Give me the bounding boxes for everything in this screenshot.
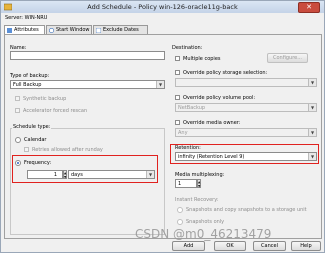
snapshots-only-label: Snapshots only: [186, 219, 225, 225]
chevron-down-icon: ▼: [308, 104, 316, 111]
attributes-panel: Name: Type of backup: Full Backup ▼ Synt…: [4, 34, 322, 239]
override-media-owner-label: Override media owner:: [183, 120, 241, 126]
help-button[interactable]: Help: [291, 241, 321, 251]
cancel-button[interactable]: Cancel: [253, 241, 286, 251]
override-volume-checkbox[interactable]: [175, 95, 180, 100]
tab-exclude-dates[interactable]: Exclude Dates: [93, 25, 148, 34]
calendar-icon: [96, 28, 101, 33]
override-storage-checkbox[interactable]: [175, 70, 180, 75]
volume-pool-select[interactable]: NetBackup ▼: [175, 103, 317, 112]
multiplexing-spinner[interactable]: ▲ ▼: [197, 179, 201, 188]
override-volume-label: Override policy volume pool:: [183, 95, 256, 101]
multiple-copies-checkbox[interactable]: [175, 56, 180, 61]
app-icon: [4, 3, 12, 11]
retries-after-runday-label: Retries allowed after runday: [32, 147, 103, 153]
chevron-down-icon: ▼: [308, 79, 316, 86]
media-multiplexing-input[interactable]: 1: [175, 179, 197, 188]
accelerator-rescan-checkbox[interactable]: [15, 108, 20, 113]
tab-start-window[interactable]: Start Window: [46, 25, 92, 34]
snapshots-only-radio[interactable]: [177, 219, 183, 225]
watermark: CSDN @m0_46213479: [135, 227, 272, 241]
retention-highlight: [170, 144, 319, 164]
server-label: Server: WIN-NRU: [5, 15, 48, 21]
storage-select[interactable]: ▼: [175, 78, 317, 87]
calendar-radio[interactable]: [15, 137, 21, 143]
snapshot-and-copy-label: Snapshots and copy snapshots to a storag…: [186, 207, 307, 213]
calendar-label: Calendar: [24, 137, 47, 143]
clock-icon: [49, 28, 54, 33]
destination-label: Destination:: [172, 45, 203, 51]
retries-after-runday-checkbox[interactable]: [24, 147, 29, 152]
override-media-owner-checkbox[interactable]: [175, 120, 180, 125]
media-multiplexing-label: Media multiplexing:: [175, 172, 225, 178]
accelerator-rescan-label: Accelerator forced rescan: [23, 108, 88, 114]
snapshot-and-copy-radio[interactable]: [177, 207, 183, 213]
instant-recovery-label: Instant Recovery:: [175, 197, 219, 203]
add-button[interactable]: Add: [172, 241, 205, 251]
chevron-down-icon: ▼: [156, 81, 164, 88]
add-schedule-dialog: Add Schedule - Policy win-126-oracle11g-…: [0, 0, 325, 253]
media-owner-select[interactable]: Any ▼: [175, 128, 317, 137]
window-title: Add Schedule - Policy win-126-oracle11g-…: [87, 3, 238, 11]
override-storage-label: Override policy storage selection:: [183, 70, 268, 76]
multiple-copies-label: Multiple copies: [183, 56, 221, 62]
synthetic-backup-label: Synthetic backup: [23, 96, 67, 102]
close-button[interactable]: ✕: [298, 2, 320, 13]
type-of-backup-label: Type of backup:: [10, 73, 50, 79]
title-bar: Add Schedule - Policy win-126-oracle11g-…: [1, 1, 324, 13]
frequency-highlight: [12, 155, 158, 183]
type-of-backup-select[interactable]: Full Backup ▼: [10, 80, 165, 89]
synthetic-backup-checkbox[interactable]: [15, 96, 20, 101]
configure-button[interactable]: Configure...: [267, 53, 308, 63]
schedule-type-label: Schedule type:: [12, 124, 52, 130]
ok-button[interactable]: OK: [214, 241, 246, 251]
attributes-icon: [7, 28, 12, 33]
chevron-down-icon: ▼: [308, 129, 316, 136]
name-input[interactable]: [10, 51, 165, 60]
